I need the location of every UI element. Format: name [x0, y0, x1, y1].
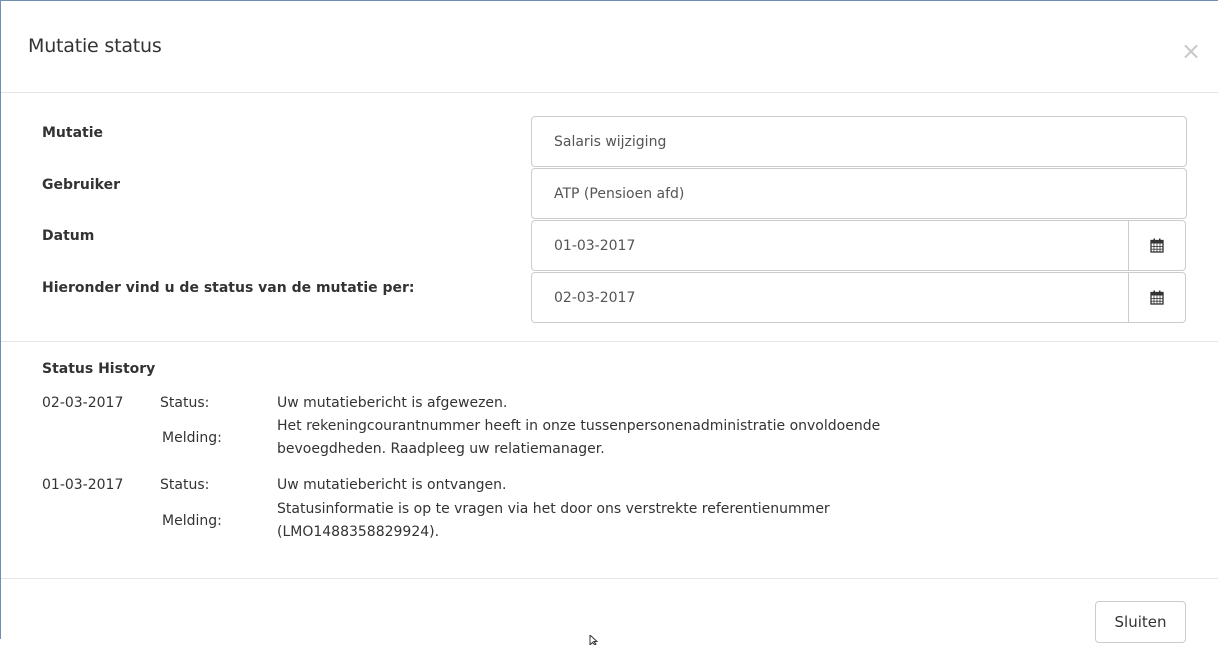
gebruiker-label: Gebruiker: [42, 177, 121, 193]
history-melding-line: Het rekeningcourantnummer heeft in onze …: [277, 418, 881, 434]
gebruiker-field[interactable]: ATP (Pensioen afd): [531, 168, 1187, 219]
mutatie-label: Mutatie: [42, 125, 104, 141]
history-status-label: Status:: [160, 477, 210, 493]
mutatie-field[interactable]: Salaris wijziging: [531, 116, 1187, 167]
mutatie-status-modal: Mutatie status × Mutatie Salaris wijzigi…: [0, 0, 1218, 647]
history-melding-line: Statusinformatie is op te vragen via het…: [277, 501, 830, 517]
datum-calendar-button[interactable]: [1128, 220, 1186, 271]
footer-divider: [1, 578, 1218, 579]
history-date: 02-03-2017: [42, 395, 124, 411]
history-melding-label: Melding:: [162, 430, 222, 446]
history-status-text: Uw mutatiebericht is afgewezen.: [277, 395, 508, 411]
sluiten-button[interactable]: Sluiten: [1095, 601, 1186, 643]
mouse-pointer-icon: [589, 630, 599, 649]
section-divider: [1, 341, 1218, 342]
history-melding-label: Melding:: [162, 513, 222, 529]
history-melding-line: (LMO1488358829924).: [277, 524, 440, 540]
status-history-title: Status History: [42, 361, 156, 377]
datum-field[interactable]: 01-03-2017: [531, 220, 1129, 271]
modal-title: Mutatie status: [28, 35, 162, 57]
history-status-label: Status:: [160, 395, 210, 411]
close-icon[interactable]: ×: [1181, 39, 1201, 63]
history-melding-line: bevoegdheden. Raadpleeg uw relatiemanage…: [277, 441, 605, 457]
status-per-label: Hieronder vind u de status van de mutati…: [42, 280, 415, 296]
status-per-calendar-button[interactable]: [1128, 272, 1186, 323]
history-date: 01-03-2017: [42, 477, 124, 493]
calendar-icon: [1150, 290, 1164, 305]
modal-header: Mutatie status ×: [1, 1, 1218, 93]
history-status-text: Uw mutatiebericht is ontvangen.: [277, 477, 507, 493]
calendar-icon: [1150, 238, 1164, 253]
datum-label: Datum: [42, 228, 95, 244]
status-per-field[interactable]: 02-03-2017: [531, 272, 1129, 323]
